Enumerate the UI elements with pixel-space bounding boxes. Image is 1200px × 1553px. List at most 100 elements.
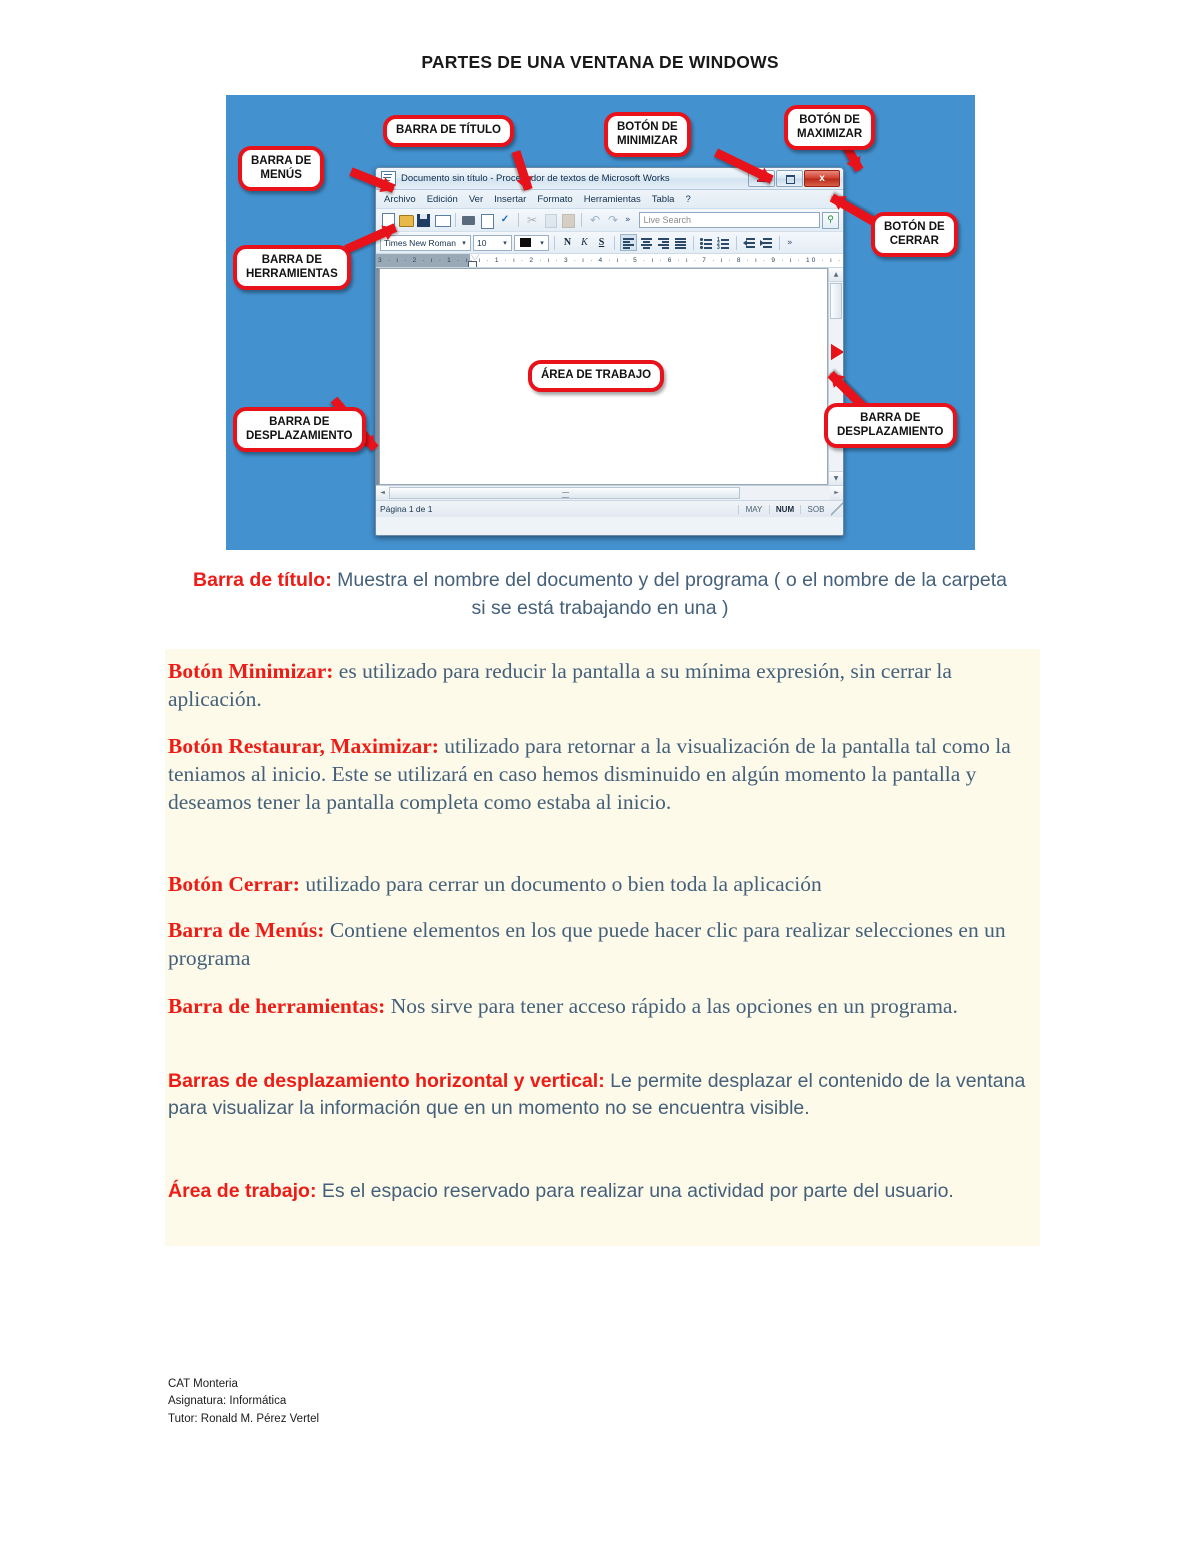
callout-line-1: BARRA DE — [261, 254, 323, 266]
close-icon: x — [819, 173, 825, 184]
redo-icon[interactable]: ↷ — [605, 212, 621, 228]
toolbar-separator — [736, 235, 737, 250]
numbered-list-icon[interactable]: 1 2 3 — [716, 235, 731, 251]
callout-line-1: BOTÓN DE — [799, 114, 860, 126]
footer-line-subject: Asignatura: Informática — [168, 1395, 287, 1408]
paragraph-label: Botón Restaurar, Maximizar: — [168, 734, 439, 758]
mail-icon[interactable] — [434, 212, 451, 228]
paragraph-barras-de-desplazamiento: Barras de desplazamiento horizontal y ve… — [168, 1068, 1038, 1123]
scroll-right-arrow-icon[interactable]: ► — [830, 486, 843, 500]
paragraph-text: utilizado para cerrar un documento o bie… — [299, 872, 822, 896]
undo-icon[interactable]: ↶ — [587, 212, 603, 228]
menu-item-insertar[interactable]: Insertar — [494, 194, 526, 205]
page-title: PARTES DE UNA VENTANA DE WINDOWS — [421, 52, 779, 72]
horizontal-scroll-thumb[interactable] — [389, 487, 740, 499]
live-search: Live Search ⚲ — [638, 211, 839, 229]
callout-line-1: BOTÓN DE — [617, 121, 678, 133]
toolbar-separator — [518, 213, 519, 227]
paragraph-barra-de-herramientas: Barra de herramientas: Nos sirve para te… — [168, 993, 1038, 1021]
bold-button[interactable]: N — [560, 235, 575, 250]
search-icon[interactable]: ⚲ — [822, 211, 839, 229]
font-name-value: Times New Roman — [384, 237, 456, 248]
underline-button[interactable]: S — [594, 235, 609, 250]
align-left-icon[interactable] — [620, 234, 637, 251]
font-color-select[interactable]: ▾ — [514, 234, 549, 251]
maximize-button[interactable] — [776, 170, 803, 187]
save-icon[interactable] — [416, 212, 432, 228]
align-center-icon[interactable] — [639, 235, 654, 250]
font-size-value: 10 — [477, 237, 487, 248]
bullet-list-icon[interactable] — [699, 235, 714, 250]
menu-item-ayuda[interactable]: ? — [685, 194, 690, 205]
italic-button[interactable]: K — [577, 235, 592, 250]
horizontal-scrollbar[interactable]: ◄ ► — [376, 485, 843, 500]
paragraph-area-de-trabajo: Área de trabajo: Es el espacio reservado… — [168, 1178, 1038, 1205]
search-input[interactable]: Live Search — [638, 212, 820, 228]
status-indicator-sob[interactable]: SOB — [800, 504, 831, 514]
paragraph-label: Barra de Menús: — [168, 918, 325, 942]
increase-indent-icon[interactable] — [759, 235, 774, 250]
paragraph-label: Barras de desplazamiento horizontal y ve… — [168, 1070, 605, 1092]
print-preview-icon[interactable] — [479, 212, 495, 229]
first-line-indent-marker[interactable] — [471, 254, 479, 260]
menu-item-herramientas[interactable]: Herramientas — [584, 194, 641, 205]
formatting-toolbar: Times New Roman ▾ 10 ▾ ▾ N K S 1 2 3 » — [376, 232, 843, 254]
align-right-icon[interactable] — [656, 235, 671, 250]
open-folder-icon[interactable] — [398, 212, 414, 228]
decrease-indent-icon[interactable] — [742, 235, 757, 250]
resize-grip-icon[interactable] — [831, 501, 843, 517]
callout-boton-de-maximizar: BOTÓN DE MAXIMIZAR — [784, 105, 876, 151]
toolbar-overflow-chevron[interactable]: » — [623, 215, 633, 225]
paragraph-text: Nos sirve para tener acceso rápido a las… — [385, 994, 958, 1018]
chevron-down-icon: ▾ — [536, 239, 548, 247]
align-justify-icon[interactable] — [673, 235, 688, 250]
paragraph-label: Barra de herramientas: — [168, 994, 386, 1018]
scroll-left-arrow-icon[interactable]: ◄ — [376, 486, 389, 500]
scroll-down-arrow-icon[interactable]: ▼ — [829, 471, 843, 485]
vertical-scroll-thumb[interactable] — [830, 283, 842, 319]
spellcheck-icon[interactable]: ✓ — [497, 212, 513, 228]
menu-item-formato[interactable]: Formato — [537, 194, 572, 205]
paste-icon[interactable] — [560, 212, 576, 228]
windows-parts-diagram: Documento sin título - Procesador de tex… — [226, 95, 975, 550]
color-swatch — [520, 238, 531, 247]
paragraph-barra-de-menus: Barra de Menús: Contiene elementos en lo… — [168, 917, 1038, 973]
print-icon[interactable] — [461, 212, 477, 228]
callout-line-1: ÁREA DE TRABAJO — [541, 369, 652, 381]
menu-item-tabla[interactable]: Tabla — [652, 194, 675, 205]
menu-bar: Archivo Edición Ver Insertar Formato Her… — [376, 190, 843, 209]
callout-line-2: MINIMIZAR — [617, 134, 678, 147]
callout-line-2: DESPLAZAMIENTO — [837, 425, 944, 438]
toolbar-separator — [614, 235, 615, 250]
ruler[interactable]: 3 · ı · 2 · ı · 1 · ı · · ı · 1 · ı · 2 … — [376, 254, 843, 268]
callout-barra-desplazamiento-vertical: BARRA DE DESPLAZAMIENTO — [824, 403, 957, 449]
callout-barra-de-menus: BARRA DE MENÚS — [238, 146, 325, 192]
callout-line-2: HERRAMIENTAS — [246, 267, 338, 280]
horizontal-scroll-track[interactable] — [740, 486, 830, 500]
callout-line-2: DESPLAZAMIENTO — [246, 429, 353, 442]
paragraph-label: Área de trabajo: — [168, 1180, 317, 1202]
microsoft-works-window: Documento sin título - Procesador de tex… — [375, 167, 844, 536]
close-button[interactable]: x — [804, 170, 840, 187]
cut-icon[interactable]: ✂ — [524, 212, 540, 228]
callout-line-2: MAXIMIZAR — [797, 127, 863, 140]
formatbar-overflow-chevron[interactable]: » — [785, 238, 795, 248]
paragraph-text: Es el espacio reservado para realizar un… — [316, 1180, 954, 1202]
chevron-down-icon: ▾ — [499, 239, 511, 247]
menu-item-ver[interactable]: Ver — [469, 194, 483, 205]
callout-line-2: MENÚS — [260, 168, 302, 181]
copy-icon[interactable] — [542, 212, 558, 228]
status-indicator-may[interactable]: MAY — [738, 504, 769, 514]
toolbar-separator — [779, 235, 780, 250]
font-size-select[interactable]: 10 ▾ — [473, 234, 512, 251]
chevron-down-icon: ▾ — [458, 239, 470, 247]
lead-label: Barra de título: — [193, 569, 332, 591]
left-indent-marker[interactable] — [468, 261, 477, 267]
page-indicator: Página 1 de 1 — [380, 504, 433, 514]
paragraph-label: Botón Cerrar: — [168, 872, 300, 896]
callout-line-1: BARRA DE — [860, 412, 921, 424]
scroll-up-arrow-icon[interactable]: ▲ — [829, 268, 843, 282]
menu-item-edicion[interactable]: Edición — [427, 194, 458, 205]
status-indicator-num[interactable]: NUM — [769, 504, 800, 514]
standard-toolbar: ✓ ✂ ↶ ↷ » Live Search ⚲ — [376, 209, 843, 232]
